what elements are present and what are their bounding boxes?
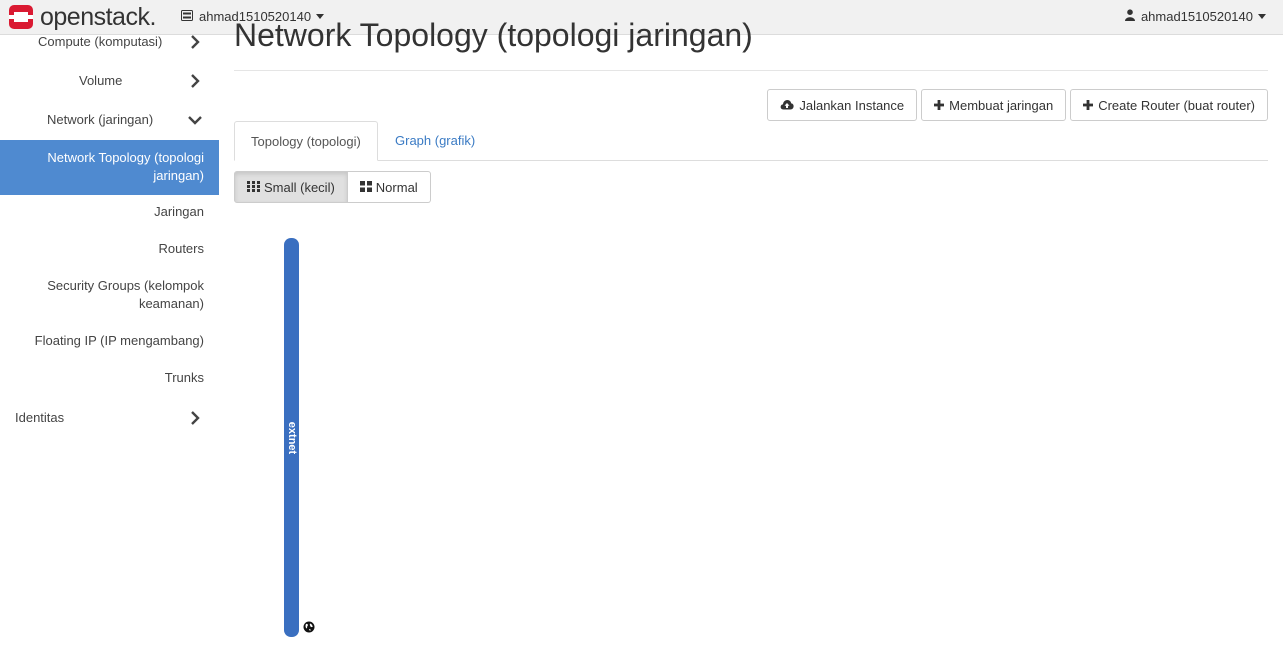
globe-icon (303, 621, 315, 633)
user-menu[interactable]: ahmad1510520140 (1124, 9, 1266, 24)
sidebar-item-label: Identitas (15, 410, 65, 425)
network-label: extnet (285, 421, 298, 454)
sidebar-item-jaringan[interactable]: Jaringan (0, 200, 219, 225)
chevron-right-icon (191, 411, 200, 425)
tab-topology[interactable]: Topology (topologi) (234, 121, 378, 161)
sidebar-item-label: Routers (158, 241, 204, 256)
sidebar-item-floating-ip[interactable]: Floating IP (IP mengambang) (0, 329, 219, 354)
page-title: Network Topology (topologi jaringan) (234, 17, 753, 53)
user-icon (1124, 9, 1135, 24)
create-router-button[interactable]: Create Router (buat router) (1070, 89, 1268, 121)
view-tabs: Topology (topologi) Graph (grafik) (234, 121, 1268, 161)
sidebar-item-label: Compute (komputasi) (38, 34, 163, 49)
network-bar-extnet[interactable]: extnet (284, 238, 299, 637)
action-toolbar: Jalankan Instance Membuat jaringan Creat… (767, 89, 1268, 121)
cloud-upload-icon (780, 98, 794, 113)
small-size-label: Small (kecil) (264, 179, 335, 195)
sidebar-item-label: Network (jaringan) (47, 112, 154, 127)
sidebar-item-volume[interactable]: Volume (0, 66, 219, 96)
tab-graph[interactable]: Graph (grafik) (379, 121, 491, 161)
sidebar-item-compute[interactable]: Compute (komputasi) (0, 34, 219, 49)
sidebar-item-identitas[interactable]: Identitas (0, 403, 219, 433)
sidebar-item-network[interactable]: Network (jaringan) (0, 105, 219, 135)
sidebar-item-network-topology[interactable]: Network Topology (topologi jaringan) (0, 140, 219, 195)
chevron-down-icon (188, 116, 202, 125)
normal-size-button[interactable]: Normal (347, 171, 431, 203)
normal-size-label: Normal (375, 179, 418, 195)
user-name: ahmad1510520140 (1140, 9, 1253, 24)
sidebar-item-label: Volume (79, 73, 123, 88)
grid-small-icon (247, 180, 260, 195)
chevron-right-icon (191, 35, 200, 49)
size-toggle-group: Small (kecil) Normal (234, 171, 431, 203)
sidebar-item-trunks[interactable]: Trunks (0, 366, 219, 391)
create-network-label: Membuat jaringan (949, 97, 1054, 113)
openstack-logo-icon (8, 4, 34, 30)
sidebar-item-label: Floating IP (IP mengambang) (34, 333, 204, 348)
sidebar-item-routers[interactable]: Routers (0, 237, 219, 262)
sidebar-item-security-groups[interactable]: Security Groups (kelompok keamanan) (0, 275, 219, 317)
sidebar-item-label: Security Groups (kelompok keamanan) (47, 278, 204, 311)
sidebar-item-label: Trunks (164, 370, 204, 385)
caret-down-icon (1258, 14, 1266, 19)
launch-instance-label: Jalankan Instance (799, 97, 905, 113)
server-icon (181, 9, 193, 24)
sidebar-item-label: Jaringan (154, 204, 204, 219)
create-network-button[interactable]: Membuat jaringan (921, 89, 1067, 121)
main-content: Network Topology (topologi jaringan) Jal… (234, 17, 1268, 665)
create-router-label: Create Router (buat router) (1098, 97, 1255, 113)
brand-text: openstack. (40, 3, 156, 31)
sidebar-item-label: Network Topology (topologi jaringan) (47, 150, 204, 183)
brand[interactable]: openstack. (8, 4, 156, 30)
plus-icon (1083, 98, 1094, 113)
title-divider (234, 70, 1268, 71)
grid-large-icon (359, 180, 372, 195)
sidebar: Compute (komputasi) Volume Network (jari… (0, 34, 219, 665)
launch-instance-button[interactable]: Jalankan Instance (767, 89, 918, 121)
plus-icon (934, 98, 945, 113)
small-size-button[interactable]: Small (kecil) (234, 171, 348, 203)
chevron-right-icon (191, 74, 200, 88)
